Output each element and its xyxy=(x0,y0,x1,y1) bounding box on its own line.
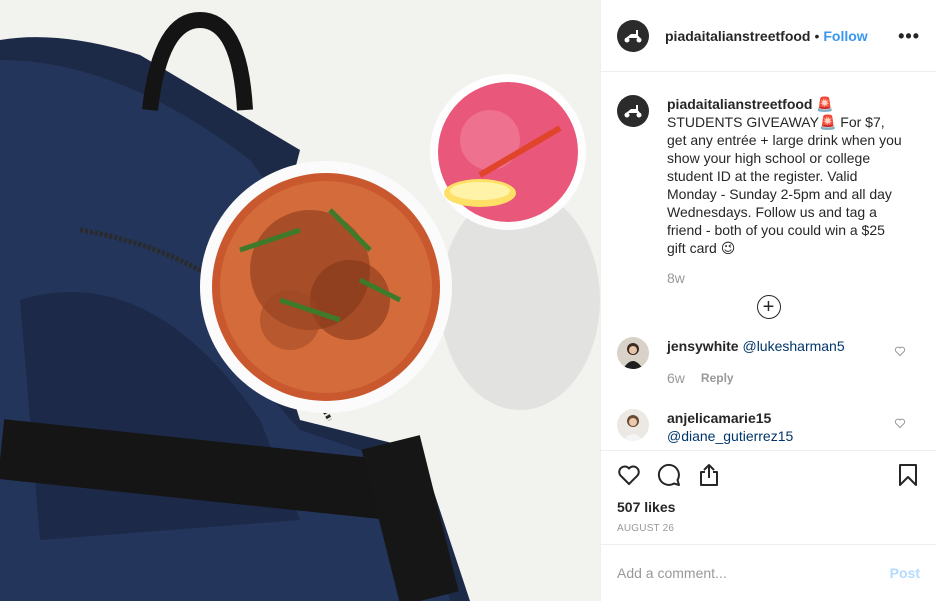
likes-count[interactable]: 507 likes xyxy=(617,499,920,515)
header-username[interactable]: piadaitalianstreetfood xyxy=(665,28,810,44)
comment-bubble-icon[interactable] xyxy=(657,463,681,487)
commenter-avatar[interactable] xyxy=(617,337,649,369)
comment-username[interactable]: jensywhite xyxy=(667,338,739,354)
more-options-icon[interactable]: ••• xyxy=(898,27,920,45)
post-caption: piadaitalianstreetfood 🚨STUDENTS GIVEAWA… xyxy=(617,73,920,287)
add-comment-bar: Post xyxy=(601,544,936,601)
follow-button[interactable]: Follow xyxy=(823,28,867,44)
user-photo-icon xyxy=(617,409,649,441)
save-bookmark-icon[interactable] xyxy=(896,463,920,487)
post-date[interactable]: AUGUST 26 xyxy=(617,523,920,534)
comment-mention[interactable]: @lukesharman5 xyxy=(742,338,844,354)
load-more: + xyxy=(617,295,920,319)
post-actions: 507 likes AUGUST 26 xyxy=(601,450,936,534)
action-icons xyxy=(617,451,920,499)
comment-meta: 6w Reply xyxy=(667,369,877,387)
commenter-avatar[interactable] xyxy=(617,409,649,441)
comment-time[interactable]: 6w xyxy=(667,369,685,387)
comments-list[interactable]: piadaitalianstreetfood 🚨STUDENTS GIVEAWA… xyxy=(601,73,936,450)
like-heart-icon[interactable] xyxy=(617,463,641,487)
user-photo-icon xyxy=(617,337,649,369)
caption-text: 🚨STUDENTS GIVEAWAY🚨 For $7, get any entr… xyxy=(667,96,902,256)
scooter-logo-icon xyxy=(624,29,642,42)
post-photo[interactable] xyxy=(0,0,600,601)
comment-username[interactable]: anjelicamarie15 xyxy=(667,410,771,426)
reply-button[interactable]: Reply xyxy=(701,369,734,387)
load-more-comments-icon[interactable]: + xyxy=(756,295,781,319)
caption-timestamp[interactable]: 8w xyxy=(667,269,907,287)
like-comment-heart-icon[interactable] xyxy=(894,417,906,429)
post-side-panel: piadaitalianstreetfood • Follow ••• piad… xyxy=(600,0,936,601)
comment-input[interactable] xyxy=(617,565,890,581)
comment-body: jensywhite @lukesharman5 6w Reply xyxy=(667,337,877,387)
scooter-logo-icon xyxy=(624,105,642,118)
comment-row: jensywhite @lukesharman5 6w Reply xyxy=(617,337,920,387)
caption-avatar[interactable] xyxy=(617,95,649,127)
account-avatar[interactable] xyxy=(617,19,649,52)
share-icon[interactable] xyxy=(697,463,721,487)
caption-body: piadaitalianstreetfood 🚨STUDENTS GIVEAWA… xyxy=(667,95,907,287)
comment-mention[interactable]: @diane_gutierrez15 xyxy=(667,428,793,444)
comment-row: anjelicamarie15 @diane_gutierrez15 xyxy=(617,409,920,445)
header-separator: • xyxy=(814,27,820,44)
post-header: piadaitalianstreetfood • Follow ••• xyxy=(601,0,936,72)
like-comment-heart-icon[interactable] xyxy=(894,345,906,357)
post-comment-button[interactable]: Post xyxy=(890,565,920,581)
food-photo-illustration xyxy=(0,0,600,601)
caption-username[interactable]: piadaitalianstreetfood xyxy=(667,96,812,112)
comment-body: anjelicamarie15 @diane_gutierrez15 xyxy=(667,409,877,445)
